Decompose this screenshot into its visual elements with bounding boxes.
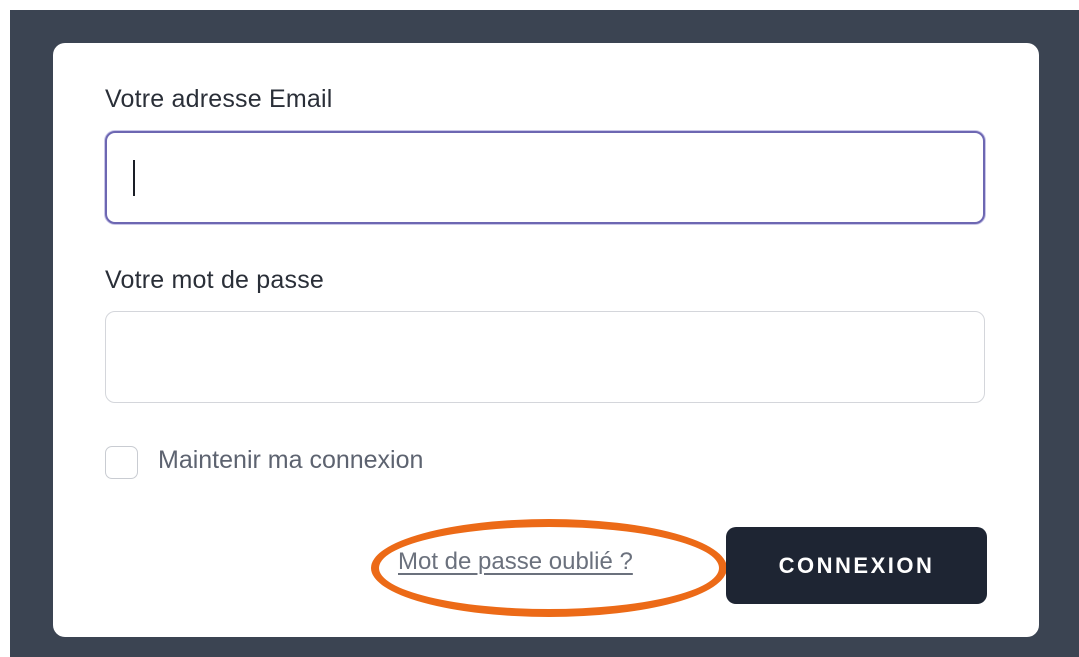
- remember-me-label[interactable]: Maintenir ma connexion: [158, 446, 423, 475]
- email-label: Votre adresse Email: [105, 85, 333, 113]
- password-label: Votre mot de passe: [105, 266, 325, 294]
- login-card: Votre adresse Email Votre mot de passe M…: [53, 43, 1039, 637]
- remember-me-checkbox[interactable]: [105, 446, 138, 479]
- email-input[interactable]: [105, 131, 985, 224]
- text-caret: [133, 160, 135, 196]
- forgot-password-link[interactable]: Mot de passe oublié ?: [398, 548, 633, 576]
- password-input[interactable]: [105, 311, 985, 403]
- connexion-button[interactable]: CONNEXION: [726, 527, 987, 604]
